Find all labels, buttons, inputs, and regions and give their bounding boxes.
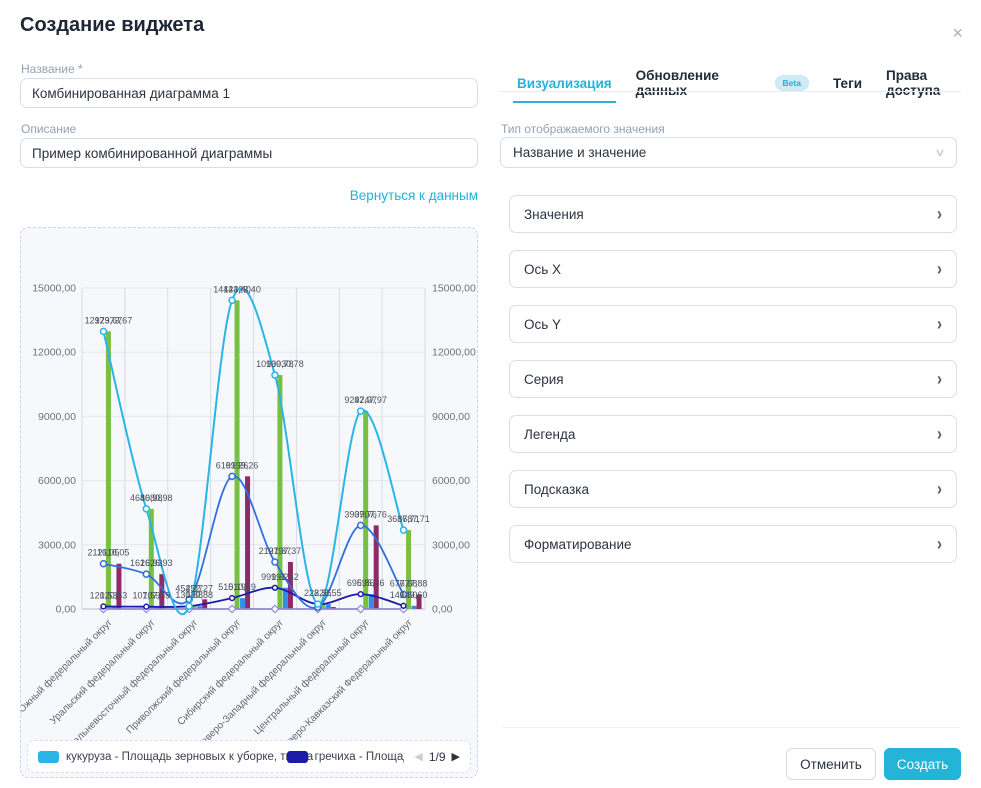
section-серия[interactable]: Серия ›	[509, 360, 957, 398]
section-форматирование[interactable]: Форматирование ›	[509, 525, 957, 563]
section-значения[interactable]: Значения ›	[509, 195, 957, 233]
section-легенда[interactable]: Легенда ›	[509, 415, 957, 453]
svg-text:0,00: 0,00	[56, 604, 77, 616]
svg-text:6000,00: 6000,00	[38, 475, 76, 487]
chevron-right-icon: ›	[937, 203, 942, 224]
chevron-right-icon: ›	[937, 258, 942, 279]
tab-tags[interactable]: Теги	[833, 76, 862, 103]
description-field-label: Описание	[21, 122, 76, 136]
svg-text:6000,00: 6000,00	[432, 475, 470, 487]
tab-label: Обновление данных	[636, 68, 767, 98]
legend-pagination: ◀ 1/9 ▶	[414, 750, 460, 764]
chart-preview-card: 0,00 0,00 3000,00 3000,00 6000,00 6000,00 9000…	[20, 227, 478, 778]
beta-badge: Beta	[775, 75, 809, 91]
svg-text:12973,67: 12973,67	[85, 315, 123, 325]
svg-text:149,60: 149,60	[390, 590, 418, 600]
svg-text:12000,00: 12000,00	[432, 347, 476, 359]
svg-text:15000,00: 15000,00	[32, 283, 76, 295]
svg-text:15000,00: 15000,00	[432, 283, 476, 295]
svg-text:9000,00: 9000,00	[432, 411, 470, 423]
legend-next-icon[interactable]: ▶	[452, 750, 460, 763]
svg-text:12000,00: 12000,00	[32, 347, 76, 359]
svg-text:3000,00: 3000,00	[38, 539, 76, 551]
svg-text:107,59: 107,59	[133, 591, 161, 601]
legend-page-indicator: 1/9	[429, 750, 446, 764]
tab-label: Права доступа	[886, 68, 981, 98]
section-ось-y[interactable]: Ось Y ›	[509, 305, 957, 343]
svg-text:4680,98: 4680,98	[130, 493, 163, 503]
cancel-button[interactable]: Отменить	[786, 748, 876, 780]
section-label: Ось X	[524, 262, 561, 277]
chart-legend: кукуруза - Площадь зерновых к уборке, ты…	[27, 740, 471, 773]
tabs-divider	[500, 91, 961, 92]
svg-text:1626,93: 1626,93	[130, 558, 163, 568]
back-to-data-link[interactable]: Вернуться к данным	[350, 188, 478, 203]
create-button[interactable]: Создать	[884, 748, 961, 780]
legend-item[interactable]: гречиха - Площадь :	[287, 751, 405, 763]
svg-text:677,88: 677,88	[390, 578, 418, 588]
svg-text:3000,00: 3000,00	[432, 539, 470, 551]
svg-text:130,88: 130,88	[175, 590, 203, 600]
svg-text:9000,00: 9000,00	[38, 411, 76, 423]
svg-text:9247,97: 9247,97	[344, 395, 377, 405]
svg-text:228,55: 228,55	[304, 588, 332, 598]
combo-chart: 0,00 0,00 3000,00 3000,00 6000,00 6000,00 9000…	[21, 228, 478, 742]
svg-text:6199,26: 6199,26	[216, 460, 249, 470]
settings-sections: Значения›Ось X›Ось Y›Серия›Легенда›Подск…	[509, 195, 957, 580]
svg-text:10930,78: 10930,78	[256, 359, 294, 369]
chevron-right-icon: ›	[937, 368, 942, 389]
svg-text:3907,76: 3907,76	[344, 509, 377, 519]
legend-swatch	[287, 751, 308, 763]
chevron-right-icon: ›	[937, 478, 942, 499]
svg-text:3687,71: 3687,71	[387, 514, 420, 524]
svg-text:695,86: 695,86	[347, 578, 375, 588]
section-label: Ось Y	[524, 317, 561, 332]
close-icon[interactable]: ×	[952, 24, 963, 42]
chevron-right-icon: ›	[937, 533, 942, 554]
display-type-value: Название и значение	[513, 145, 646, 160]
display-type-select[interactable]: Название и значение ∨	[500, 137, 957, 168]
legend-prev-icon[interactable]: ◀	[414, 750, 422, 763]
chevron-right-icon: ›	[937, 423, 942, 444]
section-label: Легенда	[524, 427, 575, 442]
name-field-label: Название *	[21, 62, 83, 76]
create-widget-modal: Создание виджета × Название * Описание В…	[0, 0, 981, 788]
svg-text:0,00: 0,00	[432, 604, 453, 616]
section-подсказка[interactable]: Подсказка ›	[509, 470, 957, 508]
section-label: Серия	[524, 372, 564, 387]
legend-item[interactable]: кукуруза - Площадь зерновых к уборке, ты…	[38, 751, 277, 763]
svg-text:510,19: 510,19	[218, 582, 246, 592]
page-title: Создание виджета	[20, 14, 204, 37]
section-label: Форматирование	[524, 537, 632, 552]
tab-label: Теги	[833, 76, 862, 91]
tab-access-rights[interactable]: Права доступа	[886, 68, 981, 110]
chevron-right-icon: ›	[937, 313, 942, 334]
svg-text:2116,05: 2116,05	[88, 548, 120, 558]
svg-text:991,62: 991,62	[261, 572, 289, 582]
display-type-label: Тип отображаемого значения	[501, 122, 665, 136]
legend-swatch	[38, 751, 59, 763]
footer-divider	[503, 727, 960, 728]
svg-text:14423,40: 14423,40	[213, 284, 251, 294]
tab-label: Визуализация	[517, 76, 612, 91]
description-input[interactable]	[20, 138, 478, 168]
section-label: Подсказка	[524, 482, 589, 497]
legend-label: гречиха - Площадь :	[315, 751, 405, 763]
legend-label: кукуруза - Площадь зерновых к уборке, ты…	[66, 751, 313, 763]
svg-text:2197,37: 2197,37	[259, 546, 292, 556]
tab-data-refresh[interactable]: Обновление данных Beta	[636, 68, 809, 110]
name-input[interactable]	[20, 78, 478, 108]
right-panel-tabs: Визуализация Обновление данных Beta Теги Пра…	[517, 68, 981, 110]
svg-text:120,53: 120,53	[90, 590, 118, 600]
section-label: Значения	[524, 207, 584, 222]
chevron-down-icon: ∨	[934, 146, 945, 159]
tab-visualization[interactable]: Визуализация	[517, 76, 612, 103]
section-ось-x[interactable]: Ось X ›	[509, 250, 957, 288]
